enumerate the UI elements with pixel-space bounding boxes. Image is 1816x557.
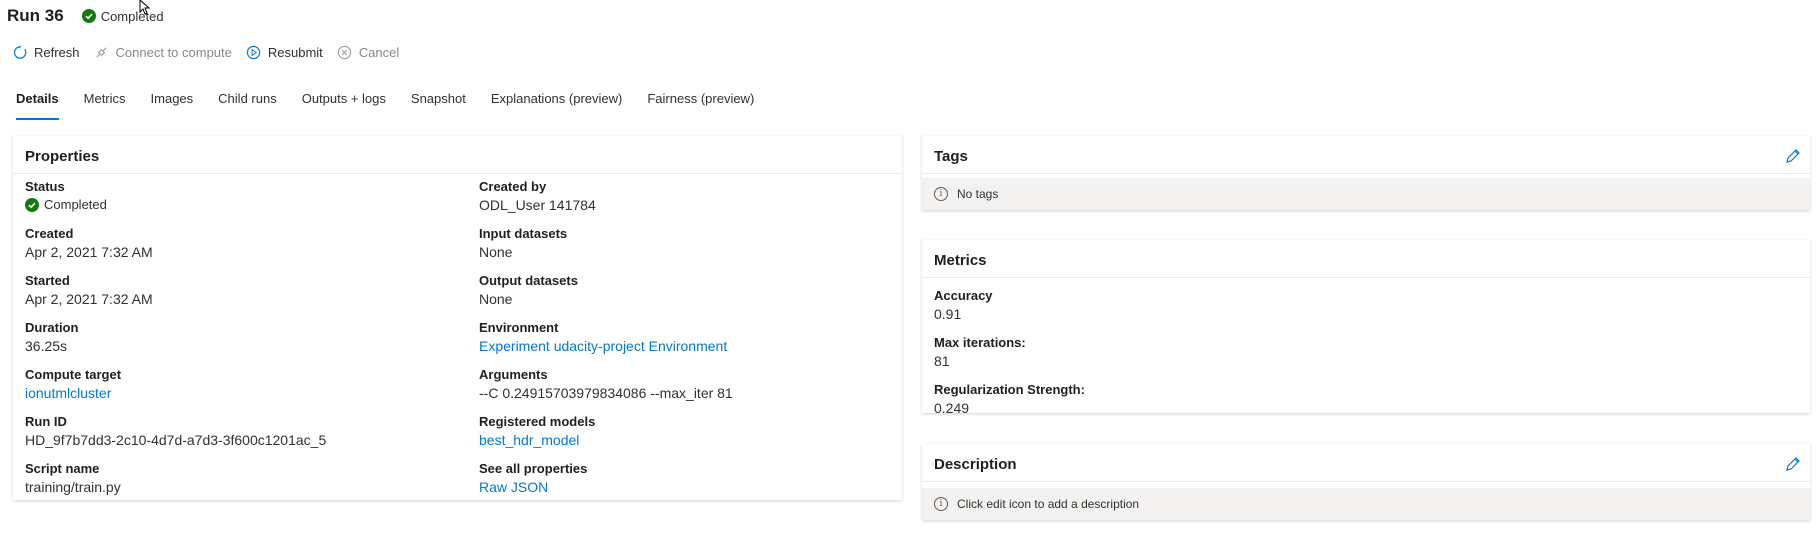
cancel-button[interactable]: Cancel	[337, 44, 399, 60]
refresh-button[interactable]: Refresh	[12, 44, 80, 60]
cancel-label: Cancel	[358, 44, 400, 60]
connect-label: Connect to compute	[115, 44, 232, 60]
property-duration: Duration 36.25s	[25, 319, 326, 366]
property-input-datasets: Input datasets None	[479, 225, 733, 272]
property-environment: Environment Experiment udacity-project E…	[479, 319, 733, 366]
metric-label: Max iterations:	[934, 335, 1026, 350]
edit-tags-icon[interactable]	[1784, 148, 1802, 166]
property-script-name: Script name training/train.py	[25, 460, 326, 507]
metric-regularization: Regularization Strength: 0.249	[934, 381, 1085, 428]
property-label: Arguments	[479, 367, 548, 382]
property-label: Created by	[479, 179, 547, 194]
tab-outputs-logs[interactable]: Outputs + logs	[302, 88, 386, 120]
property-label: Registered models	[479, 414, 596, 429]
raw-json-link[interactable]: Raw JSON	[479, 477, 733, 497]
connect-to-compute-button[interactable]: Connect to compute	[94, 44, 232, 60]
tags-card: Tags i No tags	[922, 136, 1810, 210]
description-card: Description i Click edit icon to add a d…	[922, 444, 1810, 520]
registered-model-link[interactable]: best_hdr_model	[479, 430, 733, 450]
property-value: ODL_User 141784	[479, 197, 596, 213]
property-value: Apr 2, 2021 7:32 AM	[25, 291, 153, 307]
description-info-bar: i Click edit icon to add a description	[922, 488, 1810, 520]
property-created-by: Created by ODL_User 141784	[479, 178, 733, 225]
property-label: Run ID	[25, 414, 67, 429]
status-text: Completed	[100, 8, 164, 24]
metric-value: 0.249	[934, 400, 970, 416]
metrics-list: Accuracy 0.91 Max iterations: 81 Regular…	[934, 287, 1085, 428]
plug-icon	[94, 44, 110, 60]
metric-accuracy: Accuracy 0.91	[934, 287, 1085, 334]
metric-label: Regularization Strength:	[934, 382, 1085, 397]
tab-snapshot[interactable]: Snapshot	[411, 88, 466, 120]
property-label: Compute target	[25, 367, 122, 382]
property-label: Duration	[25, 320, 79, 335]
tags-title: Tags	[922, 136, 1810, 174]
tab-images[interactable]: Images	[151, 88, 194, 120]
property-run-id: Run ID HD_9f7b7dd3-2c10-4d7d-a7d3-3f600c…	[25, 413, 326, 460]
metrics-card: Metrics Accuracy 0.91 Max iterations: 81…	[922, 240, 1810, 416]
status-value: Completed	[25, 197, 326, 212]
property-value: training/train.py	[25, 479, 121, 495]
property-value: Apr 2, 2021 7:32 AM	[25, 244, 153, 260]
page-title: Run 36	[7, 6, 64, 25]
property-label: See all properties	[479, 461, 588, 476]
info-icon: i	[934, 497, 948, 511]
metric-value: 81	[934, 353, 950, 369]
play-circle-icon	[246, 44, 262, 60]
property-label: Script name	[25, 461, 100, 476]
property-value: None	[479, 291, 513, 307]
tab-metrics[interactable]: Metrics	[84, 88, 126, 120]
property-arguments: Arguments --C 0.24915703979834086 --max_…	[479, 366, 733, 413]
edit-description-icon[interactable]	[1784, 456, 1802, 474]
property-label: Environment	[479, 320, 559, 335]
metric-value: 0.91	[934, 306, 962, 322]
property-label: Status	[25, 179, 65, 194]
cancel-circle-icon	[337, 44, 353, 60]
refresh-icon	[12, 44, 28, 60]
property-value: None	[479, 244, 513, 260]
status-value-text: Completed	[44, 197, 107, 212]
resubmit-label: Resubmit	[267, 44, 323, 60]
tab-fairness[interactable]: Fairness (preview)	[647, 88, 754, 120]
resubmit-button[interactable]: Resubmit	[246, 44, 323, 60]
environment-link[interactable]: Experiment udacity-project Environment	[479, 336, 733, 356]
property-output-datasets: Output datasets None	[479, 272, 733, 319]
property-label: Started	[25, 273, 70, 288]
property-value: --C 0.24915703979834086 --max_iter 81	[479, 385, 733, 401]
description-title: Description	[922, 444, 1810, 482]
toolbar: Refresh Connect to compute Resubmit Canc…	[12, 42, 413, 62]
metric-label: Accuracy	[934, 288, 993, 303]
refresh-label: Refresh	[34, 44, 80, 60]
check-circle-icon	[81, 9, 96, 23]
property-value: HD_9f7b7dd3-2c10-4d7d-a7d3-3f600c1201ac_…	[25, 432, 327, 448]
mouse-cursor-icon	[139, 0, 151, 15]
property-label: Created	[25, 226, 74, 241]
property-label: Input datasets	[479, 226, 568, 241]
status-badge: Completed	[81, 8, 164, 24]
properties-left-column: Status Completed Created Apr 2, 2021 7:3…	[25, 178, 326, 507]
property-status: Status Completed	[25, 178, 326, 225]
property-compute-target: Compute target ionutmlcluster	[25, 366, 326, 413]
tab-details[interactable]: Details	[16, 88, 59, 120]
description-empty-text: Click edit icon to add a description	[957, 497, 1140, 511]
tab-explanations[interactable]: Explanations (preview)	[491, 88, 623, 120]
tab-bar: Details Metrics Images Child runs Output…	[16, 88, 779, 120]
check-circle-icon	[25, 197, 39, 212]
metrics-title: Metrics	[922, 240, 1810, 278]
tab-child-runs[interactable]: Child runs	[218, 88, 277, 120]
property-registered-models: Registered models best_hdr_model	[479, 413, 733, 460]
metric-max-iterations: Max iterations: 81	[934, 334, 1085, 381]
info-icon: i	[934, 187, 948, 201]
property-label: Output datasets	[479, 273, 578, 288]
properties-title: Properties	[13, 136, 902, 174]
property-value: 36.25s	[25, 338, 68, 354]
properties-right-column: Created by ODL_User 141784 Input dataset…	[479, 178, 733, 507]
tags-info-bar: i No tags	[922, 178, 1810, 210]
compute-target-link[interactable]: ionutmlcluster	[25, 383, 326, 403]
no-tags-text: No tags	[957, 187, 999, 201]
property-created: Created Apr 2, 2021 7:32 AM	[25, 225, 326, 272]
property-started: Started Apr 2, 2021 7:32 AM	[25, 272, 326, 319]
property-see-all: See all properties Raw JSON	[479, 460, 733, 507]
